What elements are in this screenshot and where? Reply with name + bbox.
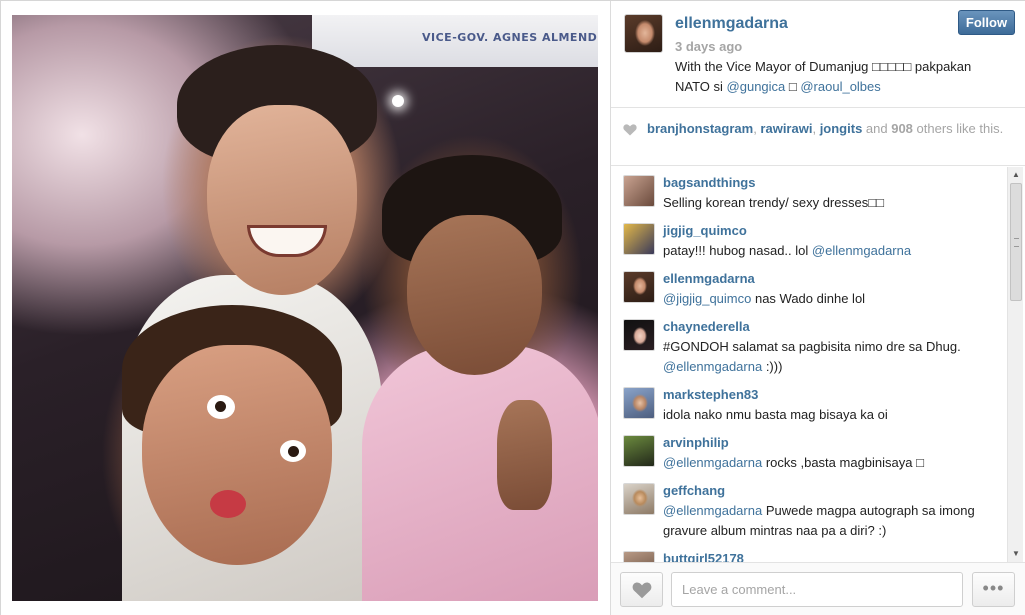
liker-link[interactable]: branjhonstagram bbox=[647, 121, 753, 136]
commenter-username[interactable]: jigjig_quimco bbox=[663, 223, 747, 238]
scroll-down-arrow-icon[interactable]: ▼ bbox=[1008, 546, 1024, 562]
heart-icon bbox=[632, 582, 652, 599]
owner-username[interactable]: ellenmgadarna bbox=[675, 15, 788, 33]
caption-mention-gungica[interactable]: @gungica bbox=[727, 79, 786, 94]
comment-text: idola nako nmu basta mag bisaya ka oi bbox=[663, 407, 888, 422]
comment-item: arvinphilip @ellenmgadarna rocks ,basta … bbox=[611, 427, 1007, 475]
post-timestamp[interactable]: 3 days ago bbox=[675, 39, 742, 54]
commenter-avatar[interactable] bbox=[623, 551, 655, 562]
comment-text: @ellenmgadarna rocks ,basta magbinisaya … bbox=[663, 455, 924, 470]
commenter-username[interactable]: geffchang bbox=[663, 483, 725, 498]
post-caption: With the Vice Mayor of Dumanjug □□□□□ pa… bbox=[675, 57, 975, 97]
commenter-avatar[interactable] bbox=[623, 271, 655, 303]
commenter-avatar[interactable] bbox=[623, 387, 655, 419]
comment-input[interactable] bbox=[671, 572, 963, 607]
caption-mention-raoul[interactable]: @raoul_olbes bbox=[800, 79, 880, 94]
comment-footer: ••• bbox=[611, 562, 1025, 615]
comment-item: markstephen83 idola nako nmu basta mag b… bbox=[611, 379, 1007, 427]
commenter-username[interactable]: chaynederella bbox=[663, 319, 750, 334]
heart-icon bbox=[623, 124, 637, 136]
commenter-username[interactable]: buttgirl52178 bbox=[663, 551, 744, 562]
comment-text: @jigjig_quimco nas Wado dinhe lol bbox=[663, 291, 866, 306]
post-photo[interactable]: VICE-GOV. AGNES ALMENDRAS MAG bbox=[12, 15, 598, 601]
comment-mention[interactable]: @ellenmgadarna bbox=[663, 503, 762, 518]
more-options-button[interactable]: ••• bbox=[972, 572, 1015, 607]
comment-text: patay!!! hubog nasad.. lol @ellenmgadarn… bbox=[663, 243, 912, 258]
comment-text: #GONDOH salamat sa pagbisita nimo dre sa… bbox=[663, 339, 961, 374]
comment-item: jigjig_quimco patay!!! hubog nasad.. lol… bbox=[611, 215, 1007, 263]
likes-count[interactable]: 908 bbox=[891, 121, 913, 136]
follow-button[interactable]: Follow bbox=[958, 10, 1015, 35]
liker-link[interactable]: rawirawi bbox=[760, 121, 812, 136]
likes-summary: branjhonstagram, rawirawi, jongits and 9… bbox=[647, 121, 1004, 136]
comment-text: Selling korean trendy/ sexy dresses□□ bbox=[663, 195, 884, 210]
comment-item: buttgirl52178 bbox=[611, 543, 1007, 562]
photo-banner: VICE-GOV. AGNES ALMENDRAS MAG bbox=[312, 15, 598, 67]
like-button[interactable] bbox=[620, 572, 663, 607]
commenter-username[interactable]: arvinphilip bbox=[663, 435, 729, 450]
commenter-avatar[interactable] bbox=[623, 483, 655, 515]
post-sidebar: ellenmgadarna 3 days ago With the Vice M… bbox=[611, 1, 1025, 615]
scroll-thumb[interactable] bbox=[1010, 183, 1022, 301]
commenter-username[interactable]: ellenmgadarna bbox=[663, 271, 755, 286]
scroll-up-arrow-icon[interactable]: ▲ bbox=[1008, 167, 1024, 183]
comment-item: geffchang @ellenmgadarna Puwede magpa au… bbox=[611, 475, 1007, 543]
banner-text: VICE-GOV. AGNES ALMENDRAS MAG bbox=[422, 31, 598, 44]
comment-mention[interactable]: @ellenmgadarna bbox=[663, 359, 762, 374]
comments-scrollbar[interactable]: ▲ ▼ bbox=[1007, 167, 1023, 562]
commenter-username[interactable]: markstephen83 bbox=[663, 387, 758, 402]
commenter-avatar[interactable] bbox=[623, 435, 655, 467]
photo-pane: VICE-GOV. AGNES ALMENDRAS MAG bbox=[1, 1, 611, 615]
comments-list[interactable]: bagsandthings Selling korean trendy/ sex… bbox=[611, 167, 1007, 562]
comment-text: @ellenmgadarna Puwede magpa autograph sa… bbox=[663, 503, 975, 538]
commenter-username[interactable]: bagsandthings bbox=[663, 175, 755, 190]
commenter-avatar[interactable] bbox=[623, 175, 655, 207]
post-header: ellenmgadarna 3 days ago With the Vice M… bbox=[611, 1, 1025, 108]
commenter-avatar[interactable] bbox=[623, 223, 655, 255]
post-dialog: VICE-GOV. AGNES ALMENDRAS MAG ellenmgada… bbox=[0, 0, 1025, 615]
comment-item: ellenmgadarna @jigjig_quimco nas Wado di… bbox=[611, 263, 1007, 311]
liker-link[interactable]: jongits bbox=[820, 121, 863, 136]
comment-item: chaynederella #GONDOH salamat sa pagbisi… bbox=[611, 311, 1007, 379]
comment-mention[interactable]: @jigjig_quimco bbox=[663, 291, 751, 306]
comment-mention[interactable]: @ellenmgadarna bbox=[812, 243, 911, 258]
comment-mention[interactable]: @ellenmgadarna bbox=[663, 455, 762, 470]
likes-section: branjhonstagram, rawirawi, jongits and 9… bbox=[611, 108, 1025, 166]
commenter-avatar[interactable] bbox=[623, 319, 655, 351]
caption-middle: □ bbox=[785, 79, 801, 94]
comment-item: bagsandthings Selling korean trendy/ sex… bbox=[611, 167, 1007, 215]
owner-avatar[interactable] bbox=[624, 14, 663, 53]
